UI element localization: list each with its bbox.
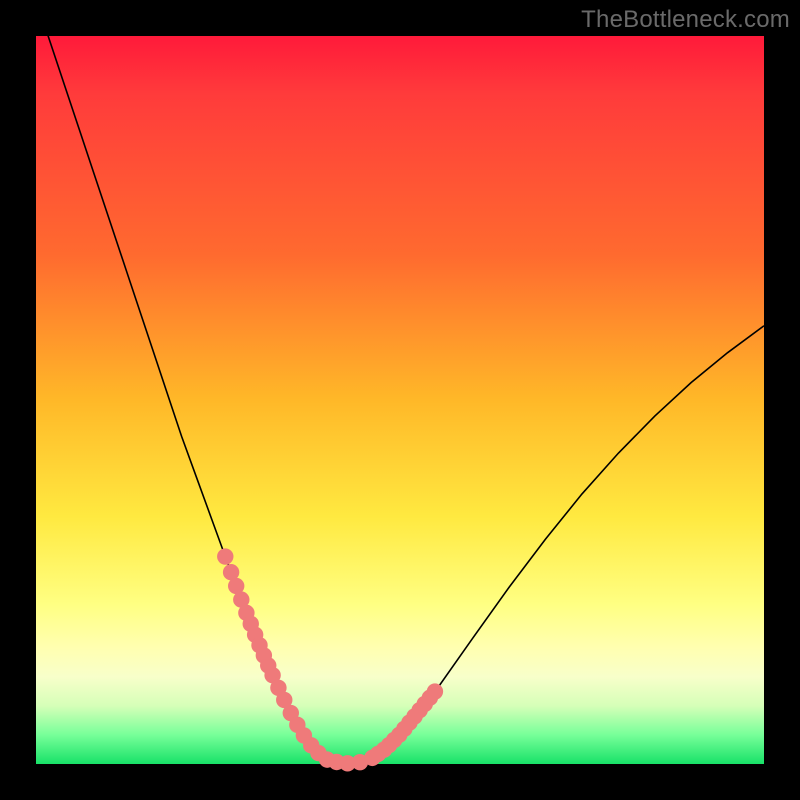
bottleneck-curve xyxy=(36,0,764,763)
sample-dot xyxy=(217,548,233,564)
chart-container: TheBottleneck.com xyxy=(0,0,800,800)
sample-dots-group xyxy=(217,548,443,771)
plot-area xyxy=(36,36,764,764)
watermark-text: TheBottleneck.com xyxy=(581,6,790,34)
sample-dot xyxy=(427,683,443,699)
curve-svg xyxy=(36,36,764,764)
